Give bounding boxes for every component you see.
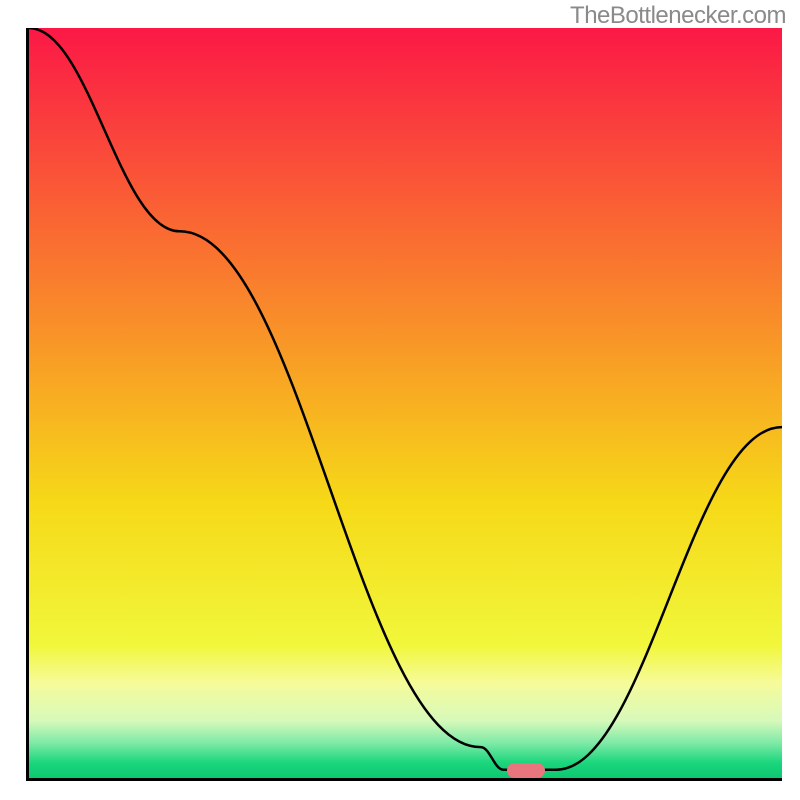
y-axis bbox=[26, 28, 29, 781]
watermark-text: TheBottlenecker.com bbox=[570, 2, 786, 30]
bottleneck-curve bbox=[29, 28, 782, 781]
plot-area bbox=[29, 28, 782, 781]
optimal-marker bbox=[507, 763, 545, 778]
x-axis bbox=[26, 778, 782, 781]
chart-container: TheBottlenecker.com bbox=[0, 0, 800, 800]
